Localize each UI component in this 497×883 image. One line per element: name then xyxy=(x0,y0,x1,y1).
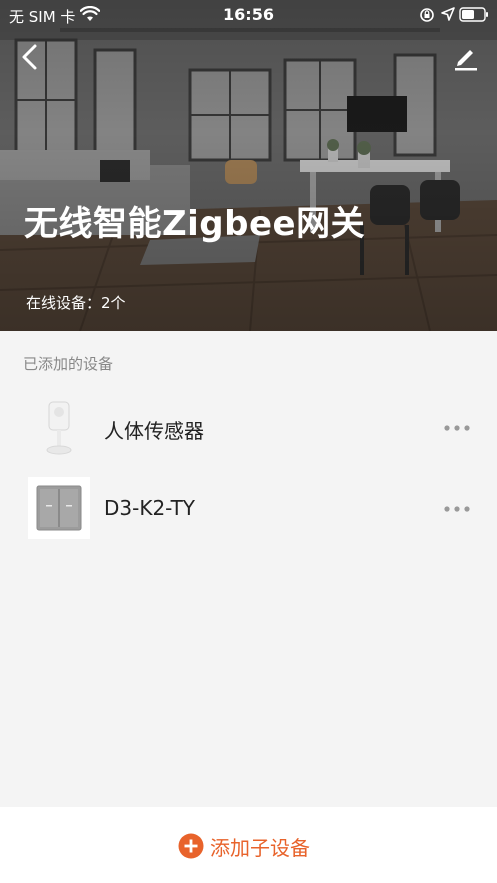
device-name: D3-K2-TY xyxy=(104,496,195,520)
added-devices-label: 已添加的设备 xyxy=(23,355,114,373)
device-more-button[interactable] xyxy=(440,499,474,519)
device-thumbnail xyxy=(28,396,90,458)
edit-button[interactable] xyxy=(450,42,480,72)
chevron-left-icon xyxy=(22,44,37,70)
bottom-action-bar: 添加子设备 xyxy=(0,807,497,883)
device-row-wall-switch[interactable]: D3-K2-TY xyxy=(0,474,497,544)
status-bar: 无 SIM 卡 16:56 xyxy=(0,0,497,30)
location-arrow-icon xyxy=(441,7,455,21)
rotation-lock-icon xyxy=(420,8,434,22)
pencil-icon xyxy=(455,50,477,71)
wall-switch-icon xyxy=(36,485,82,531)
online-device-count: 在线设备：2个 xyxy=(26,294,126,312)
battery-icon xyxy=(459,7,488,22)
back-button[interactable] xyxy=(16,42,46,72)
device-name: 人体传感器 xyxy=(104,419,204,443)
device-row-motion-sensor[interactable]: 人体传感器 xyxy=(0,393,497,463)
device-more-button[interactable] xyxy=(440,418,474,438)
gateway-title: 无线智能Zigbee网关 xyxy=(24,204,366,244)
add-sub-device-button[interactable]: 添加子设备 xyxy=(178,831,310,861)
hero-banner xyxy=(0,0,497,331)
gateway-detail-screen: 无 SIM 卡 16:56 无线智能Zigbee网关 在线设备：2个 已添加的设… xyxy=(0,0,497,883)
motion-sensor-icon xyxy=(46,401,72,455)
plus-circle-icon xyxy=(178,833,204,859)
hero-shade xyxy=(0,0,497,331)
device-thumbnail xyxy=(28,477,90,539)
more-dots-icon xyxy=(444,425,470,431)
more-dots-icon xyxy=(444,506,470,512)
add-sub-device-label: 添加子设备 xyxy=(210,835,310,860)
